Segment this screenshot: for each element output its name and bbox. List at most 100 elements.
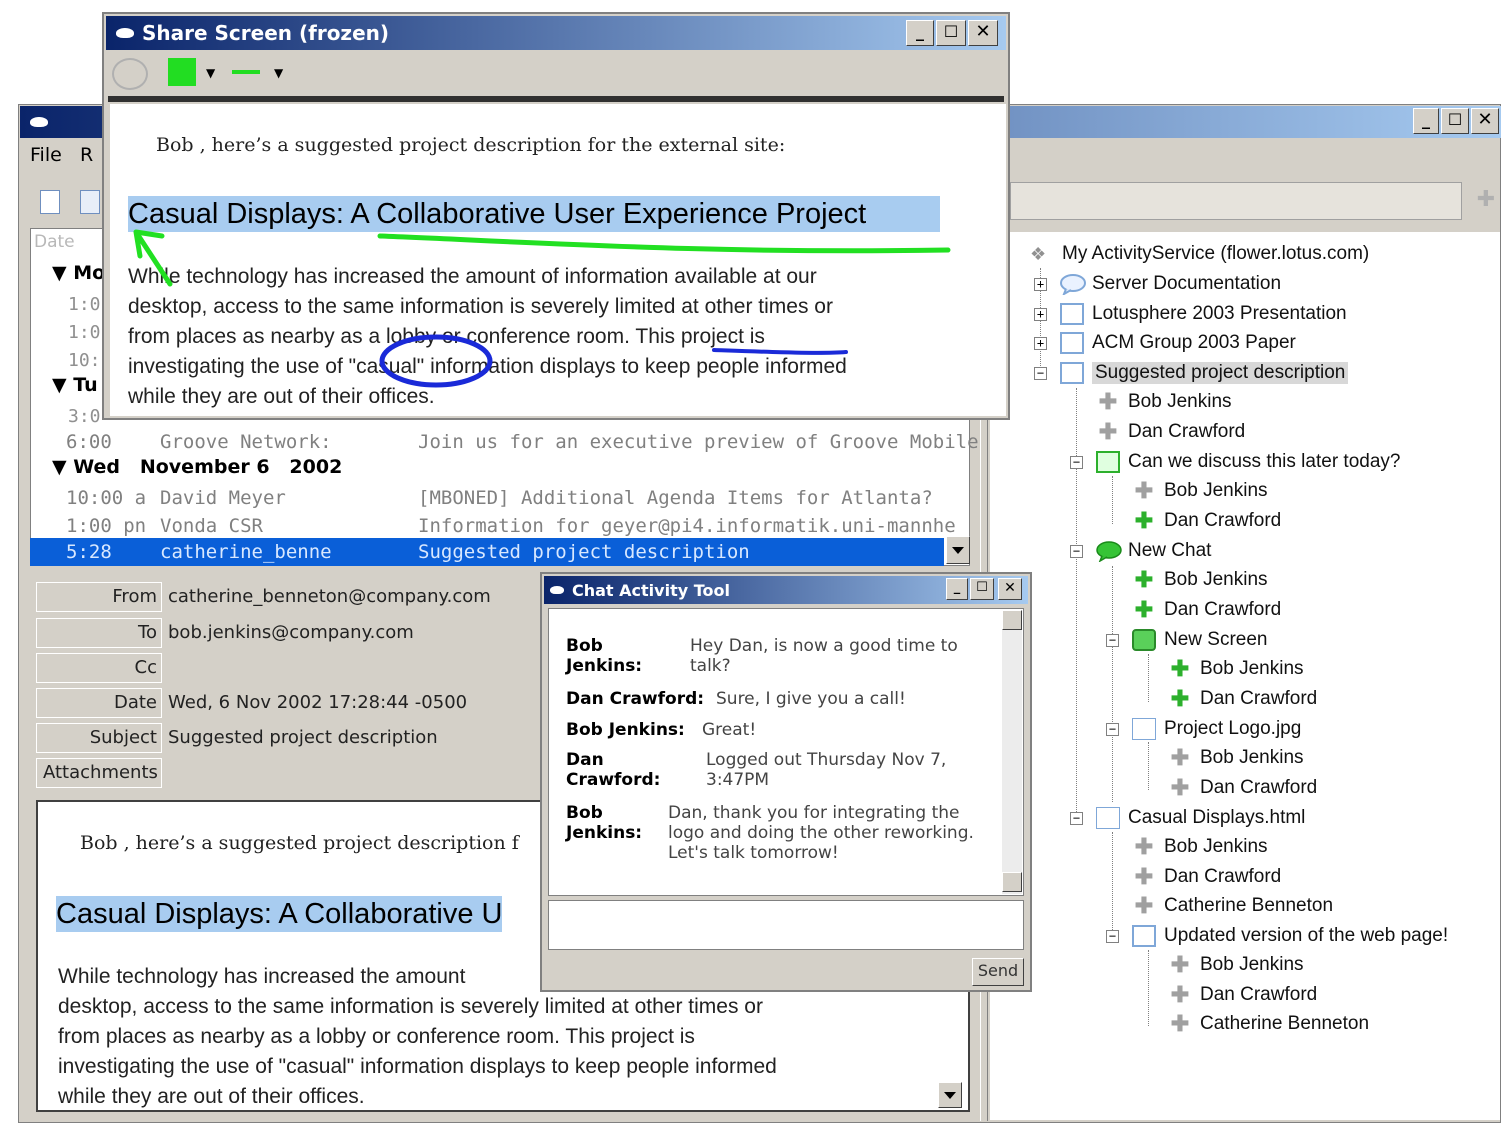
group-tuesday[interactable]: ▼ Tu <box>52 374 98 396</box>
person-icon: ✚ <box>1134 864 1154 889</box>
row-time: 10: <box>68 350 101 371</box>
chat-minimize-button[interactable]: _ <box>946 578 968 600</box>
header-value-date[interactable]: Wed, 6 Nov 2002 17:28:44 -0500 <box>168 689 467 717</box>
maximize-button[interactable]: ☐ <box>1441 108 1469 134</box>
preview-line: desktop, access to the same information … <box>58 995 763 1018</box>
list-item[interactable]: 10:00 a David Meyer [MBONED] Additional … <box>30 484 944 512</box>
chat-scroll-down[interactable] <box>1002 872 1022 892</box>
tree-item[interactable]: New Screen <box>1132 626 1268 654</box>
chat-scrollbar[interactable] <box>1002 610 1022 894</box>
tree-label: Dan Crawford <box>1200 777 1318 798</box>
address-field[interactable] <box>1010 182 1462 220</box>
tree-line <box>1148 742 1149 790</box>
collapse-icon[interactable]: − <box>1106 634 1119 647</box>
pin-icon[interactable]: ✚ <box>1474 188 1498 212</box>
tree-item[interactable]: ✚ Bob Jenkins <box>1132 566 1268 594</box>
row-time: 3:0 <box>68 406 101 427</box>
share-close-button[interactable]: ✕ <box>968 20 998 46</box>
column-header-date[interactable]: Date <box>34 232 75 252</box>
tree-item[interactable]: ✚ Bob Jenkins <box>1168 744 1304 772</box>
row-time: 1:00 pn <box>66 515 147 537</box>
tree-item[interactable]: Lotusphere 2003 Presentation <box>1060 300 1347 328</box>
chat-sender: Bob Jenkins: <box>566 636 643 676</box>
chat-title: Chat Activity Tool <box>572 580 730 600</box>
row-time: 10:00 a <box>66 487 147 509</box>
expand-icon[interactable]: + <box>1034 308 1047 321</box>
collapse-icon[interactable]: − <box>1070 456 1083 469</box>
chat-maximize-button[interactable]: ☐ <box>970 578 994 600</box>
share-maximize-button[interactable]: ☐ <box>936 20 966 46</box>
scroll-down-arrow-icon <box>944 1092 956 1099</box>
tree-line <box>1112 476 1113 524</box>
header-label-cc: Cc <box>36 653 162 683</box>
collapse-icon[interactable]: − <box>1034 367 1047 380</box>
tree-item[interactable]: Updated version of the web page! <box>1132 922 1448 950</box>
tree-item[interactable]: ✚ Bob Jenkins <box>1168 951 1304 979</box>
collapse-icon[interactable]: − <box>1106 723 1119 736</box>
list-scroll-down[interactable] <box>946 536 970 564</box>
list-item-selected[interactable]: 5:28 catherine_benne Suggested project d… <box>30 538 944 566</box>
new-doc-icon[interactable] <box>40 190 60 214</box>
tree-label: Suggested project description <box>1092 362 1349 384</box>
line-width-icon[interactable] <box>232 70 260 74</box>
line-dropdown-icon[interactable]: ▼ <box>274 66 283 80</box>
menu-r[interactable]: R <box>80 144 93 166</box>
color-dropdown-icon[interactable]: ▼ <box>206 66 215 80</box>
tree-item[interactable]: ✚ Bob Jenkins <box>1132 833 1268 861</box>
tree-item[interactable]: ✚ Dan Crawford <box>1132 507 1281 535</box>
tree-item[interactable]: Server Documentation <box>1060 270 1281 298</box>
tree-item[interactable]: ✚ Bob Jenkins <box>1132 477 1268 505</box>
chat-scroll-up[interactable] <box>1002 610 1022 630</box>
reply-icon[interactable] <box>80 190 100 214</box>
group-wednesday[interactable]: ▼ Wed November 6 2002 <box>52 456 342 478</box>
tree-item[interactable]: Project Logo.jpg <box>1132 715 1301 743</box>
collapse-icon[interactable]: − <box>1070 545 1083 558</box>
row-subject: [MBONED] Additional Agenda Items for Atl… <box>418 487 933 509</box>
tree-item[interactable]: ✚ Catherine Benneton <box>1132 892 1333 920</box>
chat-text: Hey Dan, is now a good time to talk? <box>690 636 958 676</box>
tree-item[interactable]: New Chat <box>1096 537 1211 565</box>
header-value-from[interactable]: catherine_benneton@company.com <box>168 583 491 611</box>
chat-close-button[interactable]: ✕ <box>998 578 1022 600</box>
preview-scroll-down[interactable] <box>938 1082 962 1108</box>
tree-item[interactable]: ACM Group 2003 Paper <box>1060 329 1296 357</box>
tree-item-selected[interactable]: Suggested project description <box>1060 359 1349 387</box>
tree-item[interactable]: Can we discuss this later today? <box>1096 448 1400 476</box>
expand-icon[interactable]: + <box>1034 337 1047 350</box>
tree-item[interactable]: ✚ Dan Crawford <box>1132 863 1281 891</box>
tree-item[interactable]: Casual Displays.html <box>1096 804 1305 832</box>
close-button[interactable]: ✕ <box>1471 108 1499 134</box>
row-time: 1:0 <box>68 294 101 315</box>
tree-item[interactable]: ✚ Dan Crawford <box>1168 774 1317 802</box>
mail-icon <box>1060 332 1084 354</box>
tree-item[interactable]: ✚ Dan Crawford <box>1096 418 1245 446</box>
tree-root[interactable]: ❖ My ActivityService (flower.lotus.com) <box>1030 240 1369 268</box>
person-online-icon: ✚ <box>1170 656 1190 681</box>
header-value-subject[interactable]: Suggested project description <box>168 724 438 752</box>
pointer-tool-icon[interactable] <box>112 58 148 90</box>
share-minimize-button[interactable]: _ <box>906 20 934 46</box>
list-item[interactable]: 1:00 pn Vonda CSR Information for geyer@… <box>30 512 956 540</box>
group-monday[interactable]: ▼ Mo <box>52 262 105 284</box>
tree-item[interactable]: ✚ Catherine Benneton <box>1168 1010 1369 1038</box>
collapse-icon[interactable]: − <box>1070 812 1083 825</box>
tree-item[interactable]: ✚ Dan Crawford <box>1168 981 1317 1009</box>
activity-service-icon: ❖ <box>1030 244 1047 264</box>
expand-icon[interactable]: + <box>1034 278 1047 291</box>
tree-item[interactable]: ✚ Dan Crawford <box>1168 685 1317 713</box>
preview-intro: Bob , here’s a suggested project descrip… <box>80 832 519 854</box>
header-value-to[interactable]: bob.jenkins@company.com <box>168 619 414 647</box>
tree-item[interactable]: ✚ Bob Jenkins <box>1168 655 1304 683</box>
chat-input[interactable] <box>548 900 1024 950</box>
color-swatch-icon[interactable] <box>168 58 196 86</box>
share-title-bar[interactable]: Share Screen (frozen) <box>106 16 1006 50</box>
chat-bubble-icon <box>1060 273 1086 297</box>
header-label-to: To <box>36 618 162 648</box>
collapse-icon[interactable]: − <box>1106 930 1119 943</box>
list-item[interactable]: 6:00 Groove Network: Join us for an exec… <box>30 428 979 456</box>
tree-item[interactable]: ✚ Bob Jenkins <box>1096 388 1232 416</box>
send-button[interactable]: Send <box>972 958 1024 986</box>
minimize-button[interactable]: _ <box>1413 108 1439 134</box>
menu-file[interactable]: File <box>30 144 62 166</box>
tree-item[interactable]: ✚ Dan Crawford <box>1132 596 1281 624</box>
